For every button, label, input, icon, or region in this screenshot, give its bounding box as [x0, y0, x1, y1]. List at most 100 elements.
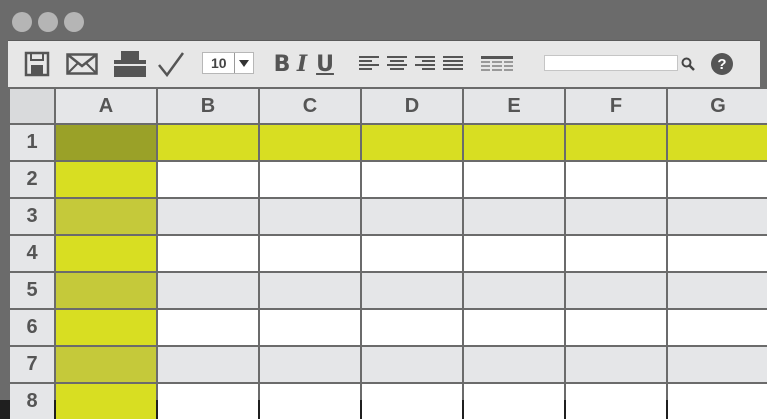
cell-f1[interactable] [566, 125, 666, 160]
cell-b7[interactable] [158, 347, 258, 382]
cell-g4[interactable] [668, 236, 767, 271]
cell-c3[interactable] [260, 199, 360, 234]
cell-a1[interactable] [56, 125, 156, 160]
column-header-a[interactable]: A [56, 89, 156, 123]
cell-d7[interactable] [362, 347, 462, 382]
cell-g6[interactable] [668, 310, 767, 345]
cell-e1[interactable] [464, 125, 564, 160]
cell-e6[interactable] [464, 310, 564, 345]
font-size-select[interactable]: 10 [202, 52, 254, 74]
align-left-button[interactable] [358, 41, 380, 87]
save-button[interactable] [22, 41, 52, 87]
cell-a8[interactable] [56, 384, 156, 419]
cell-f8[interactable] [566, 384, 666, 419]
row-header-1[interactable]: 1 [10, 125, 54, 160]
print-button[interactable] [112, 41, 148, 87]
cell-b3[interactable] [158, 199, 258, 234]
select-all-corner[interactable] [10, 89, 54, 123]
cell-a6[interactable] [56, 310, 156, 345]
cell-f3[interactable] [566, 199, 666, 234]
cell-f5[interactable] [566, 273, 666, 308]
cell-e2[interactable] [464, 162, 564, 197]
chevron-down-icon[interactable] [234, 53, 253, 73]
align-justify-button[interactable] [442, 41, 464, 87]
cell-b4[interactable] [158, 236, 258, 271]
cell-a4[interactable] [56, 236, 156, 271]
cell-f2[interactable] [566, 162, 666, 197]
cell-d3[interactable] [362, 199, 462, 234]
cell-g7[interactable] [668, 347, 767, 382]
maximize-button[interactable] [64, 12, 84, 32]
column-header-b[interactable]: B [158, 89, 258, 123]
cell-f7[interactable] [566, 347, 666, 382]
table-button[interactable] [480, 41, 514, 87]
cell-g5[interactable] [668, 273, 767, 308]
row-header-2[interactable]: 2 [10, 162, 54, 197]
cell-e7[interactable] [464, 347, 564, 382]
cell-c2[interactable] [260, 162, 360, 197]
row-header-4[interactable]: 4 [10, 236, 54, 271]
align-right-icon [415, 56, 435, 70]
cell-g2[interactable] [668, 162, 767, 197]
cell-d4[interactable] [362, 236, 462, 271]
help-button[interactable]: ? [711, 53, 733, 75]
cell-b2[interactable] [158, 162, 258, 197]
row-header-3[interactable]: 3 [10, 199, 54, 234]
row-header-7[interactable]: 7 [10, 347, 54, 382]
align-right-button[interactable] [414, 41, 436, 87]
close-button[interactable] [12, 12, 32, 32]
email-button[interactable] [64, 41, 100, 87]
cell-g3[interactable] [668, 199, 767, 234]
bold-button[interactable]: B [272, 41, 292, 87]
spellcheck-button[interactable] [156, 41, 186, 87]
print-icon [114, 51, 146, 77]
cell-f4[interactable] [566, 236, 666, 271]
row-header-5[interactable]: 5 [10, 273, 54, 308]
cell-d5[interactable] [362, 273, 462, 308]
search-button[interactable] [680, 41, 696, 87]
cell-c4[interactable] [260, 236, 360, 271]
cell-c7[interactable] [260, 347, 360, 382]
align-center-button[interactable] [386, 41, 408, 87]
cell-d1[interactable] [362, 125, 462, 160]
row-header-8[interactable]: 8 [10, 384, 54, 419]
spreadsheet-grid: ABCDEFG 12345678 [8, 87, 767, 419]
cell-g8[interactable] [668, 384, 767, 419]
cell-e5[interactable] [464, 273, 564, 308]
column-header-d[interactable]: D [362, 89, 462, 123]
cell-c6[interactable] [260, 310, 360, 345]
cell-a7[interactable] [56, 347, 156, 382]
cell-e8[interactable] [464, 384, 564, 419]
column-header-c[interactable]: C [260, 89, 360, 123]
cell-d2[interactable] [362, 162, 462, 197]
cell-e4[interactable] [464, 236, 564, 271]
column-header-e[interactable]: E [464, 89, 564, 123]
cell-e3[interactable] [464, 199, 564, 234]
column-header-f[interactable]: F [566, 89, 666, 123]
row-header-6[interactable]: 6 [10, 310, 54, 345]
cell-g1[interactable] [668, 125, 767, 160]
cell-a5[interactable] [56, 273, 156, 308]
bold-label: B [273, 51, 291, 77]
cell-d6[interactable] [362, 310, 462, 345]
cell-f6[interactable] [566, 310, 666, 345]
search-input[interactable] [544, 55, 678, 71]
cell-b6[interactable] [158, 310, 258, 345]
column-header-g[interactable]: G [668, 89, 767, 123]
cell-c1[interactable] [260, 125, 360, 160]
cell-c8[interactable] [260, 384, 360, 419]
minimize-button[interactable] [38, 12, 58, 32]
mail-icon [66, 53, 98, 75]
cell-b8[interactable] [158, 384, 258, 419]
cell-b1[interactable] [158, 125, 258, 160]
cell-b5[interactable] [158, 273, 258, 308]
cell-a2[interactable] [56, 162, 156, 197]
italic-button[interactable]: I [292, 41, 312, 87]
cell-d8[interactable] [362, 384, 462, 419]
underline-button[interactable]: U [314, 41, 336, 87]
cell-c5[interactable] [260, 273, 360, 308]
align-center-icon [387, 56, 407, 70]
toolbar: 10 B I U ? [8, 40, 760, 88]
spreadsheet-window: 10 B I U ? A B C D E F G 1 2 3 4 5 6 7 8 [0, 0, 767, 419]
cell-a3[interactable] [56, 199, 156, 234]
